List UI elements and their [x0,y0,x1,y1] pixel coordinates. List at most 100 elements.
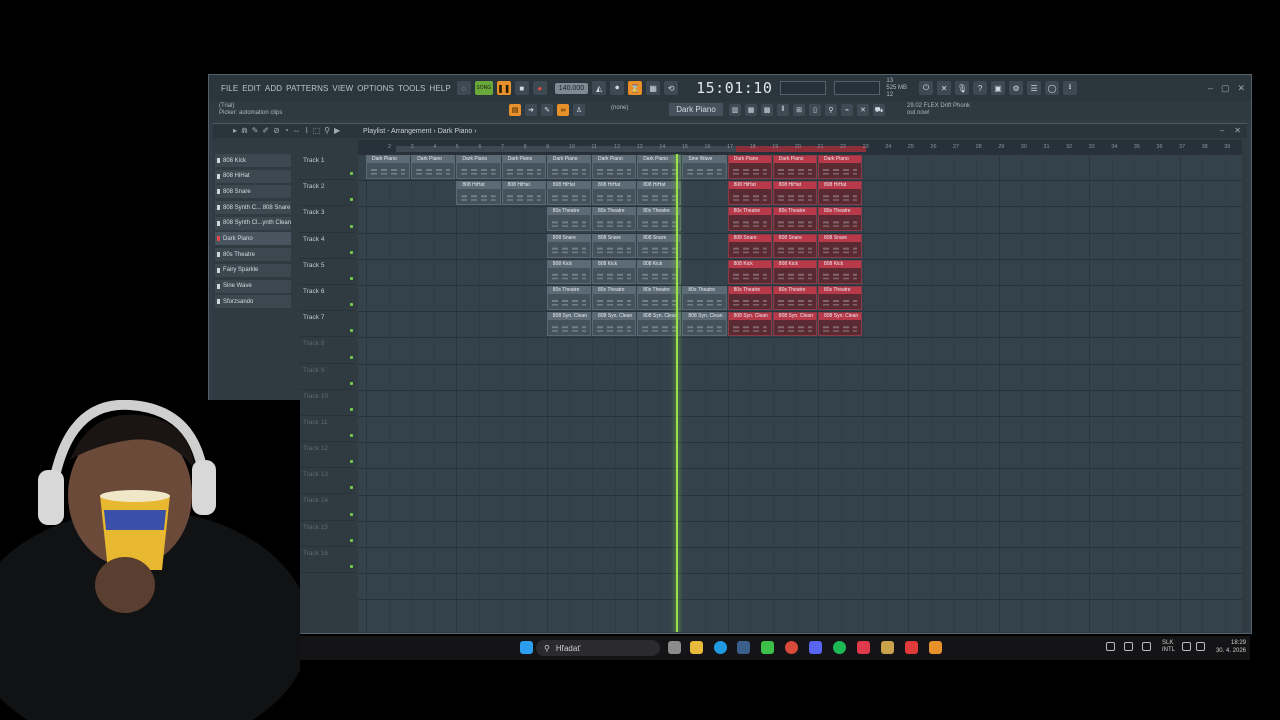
track-mute-led[interactable] [350,407,353,411]
pattern-clip[interactable]: 808 HiHat [818,181,863,206]
track-header[interactable]: Track 3 [299,206,355,233]
track-header[interactable]: Track 8 [299,337,355,364]
pattern-clip[interactable]: 808 Snare [772,233,817,258]
paint-icon[interactable]: ✐ [262,126,269,135]
plugin-icon[interactable]: ⚙ [1009,81,1024,95]
pattern-clip[interactable]: Dark Piano [727,155,772,179]
pattern-clip[interactable]: 808 Kick [772,259,817,284]
track-mute-led[interactable] [350,538,353,542]
maximize-icon[interactable]: ▢ [1221,83,1230,94]
chat-icon[interactable]: ◯ [1045,81,1060,95]
stop-icon[interactable]: ■ [514,81,529,95]
picker-item[interactable]: Fairy Sparkle [215,263,291,277]
track-header[interactable]: Track 6 [299,285,355,312]
pattern-clip[interactable]: 80s Theatre [727,286,772,310]
track-header[interactable]: Track 2 [299,180,355,207]
pattern-clip[interactable]: Dark Piano [772,155,817,179]
channel-rack-icon[interactable]: ▩ [761,104,773,116]
menu-patterns[interactable]: PATTERNS [284,84,330,93]
menu-file[interactable]: FILE [219,84,240,93]
countdown-icon[interactable]: ⌛ [628,81,643,95]
track-header[interactable]: Track 9 [299,364,355,390]
tray-cloud-icon[interactable] [1124,642,1133,651]
draw-icon[interactable]: ✎ [252,126,259,135]
track-header[interactable]: Track 7 [299,311,355,338]
pattern-clip[interactable]: 80s Theatre [818,207,863,232]
track-header[interactable]: Track 4 [299,233,355,259]
track-header[interactable]: Track 11 [299,416,355,443]
pattern-clip[interactable]: 80s Theatre [682,286,727,310]
pattern-clip[interactable]: 808 HiHat [727,181,772,206]
pattern-clip[interactable]: 808 Kick [592,259,637,284]
pause-icon[interactable]: ❚❚ [496,81,511,95]
track-header[interactable]: Track 1 [299,154,355,181]
pattern-clip[interactable]: 808 HiHat [546,181,591,206]
volume-icon[interactable] [1196,642,1205,651]
close-project-icon[interactable]: ✕ [937,81,952,95]
pattern-clip[interactable]: Dark Piano [592,155,637,179]
pattern-clip[interactable]: Sine Wave [682,155,727,179]
track-header[interactable]: Track 5 [299,259,355,285]
pattern-clip[interactable]: 808 Kick [637,259,682,284]
pattern-clip[interactable]: Dark Piano [546,155,591,179]
link-icon[interactable]: ∞ [557,104,569,116]
wait-icon[interactable]: ⏺ [610,81,625,95]
pattern-clip[interactable]: 808 Kick [727,259,772,284]
app-icon[interactable] [857,641,870,654]
step-icon[interactable]: ▦ [646,81,661,95]
track-header[interactable]: Track 16 [299,547,355,573]
track-mute-led[interactable] [350,434,353,438]
plug-icon[interactable]: ⌁ [841,104,853,116]
pattern-clip[interactable]: 808 Syn. Clean [772,312,817,337]
picker-item[interactable]: Sine Wave [215,279,291,293]
pattern-clip[interactable]: Dark Piano [411,155,456,179]
pattern-clip[interactable]: 80s Theatre [592,207,637,232]
track-mute-led[interactable] [350,250,353,254]
track-header[interactable]: Track 14 [299,494,355,521]
discord-icon[interactable] [809,641,822,654]
wrench-icon[interactable]: ✕ [857,104,869,116]
pattern-clip[interactable]: Dark Piano [366,155,411,179]
pattern-clip[interactable]: 80s Theatre [772,207,817,232]
help-icon[interactable]: ? [973,81,988,95]
tempo-display[interactable]: 140.000 [554,82,589,94]
pattern-clip[interactable]: Dark Piano [456,155,501,179]
save-icon[interactable]: ▣ [991,81,1006,95]
pattern-clip[interactable]: 80s Theatre [546,286,591,310]
pattern-clip[interactable]: 808 HiHat [456,181,501,206]
plugin-picker-icon[interactable]: ⊞ [793,104,805,116]
song-mode-button[interactable]: SONG [474,81,493,95]
track-mute-led[interactable] [350,303,353,307]
zoom-icon[interactable]: ⚲ [324,126,330,135]
pin-icon[interactable] [905,641,918,654]
snap-selector[interactable]: (none) [611,105,628,111]
pattern-clip[interactable]: 808 Snare [637,233,682,258]
arrangement-grid[interactable]: Dark Piano Dark Piano Dark Piano Dark Piano… [358,154,1242,632]
piano-roll-icon[interactable]: ▦ [745,104,757,116]
track-header[interactable]: Track 15 [299,521,355,547]
track-mute-led[interactable] [350,355,353,359]
pattern-clip[interactable]: 808 Syn. Clean [682,312,727,337]
playhead[interactable] [676,154,678,632]
menu-tools[interactable]: TOOLS [396,84,427,93]
taskbar-search[interactable]: ⚲ Hľadať [536,640,660,656]
playlist-icon[interactable]: ▥ [729,104,741,116]
select-icon[interactable]: ⬚ [313,126,321,135]
edge-icon[interactable] [714,641,727,654]
pencil-icon[interactable]: ✎ [541,104,553,116]
delete-icon[interactable]: ⊘ [273,126,280,135]
song-position[interactable]: 15:01:10 [696,79,772,97]
timeline-ruler[interactable]: 2 3 4 5 6 7 8 9 10 11 12 13 14 15 16 17 18 19 20 21 22 23 24 25… [358,140,1242,154]
play-icon[interactable]: ▶ [334,126,340,135]
network-icon[interactable] [1182,642,1191,651]
track-mute-led[interactable] [350,381,353,385]
feedback-icon[interactable]: ☰ [1027,81,1042,95]
pattern-selector[interactable]: Dark Piano [669,103,723,116]
pattern-clip[interactable]: 808 Kick [546,259,591,284]
picker-item[interactable]: 80s Theatre [215,248,291,262]
cart-icon[interactable]: ⛟ [873,104,885,116]
arrow-icon[interactable]: ➜ [525,104,537,116]
pattern-clip[interactable]: 80s Theatre [818,286,863,310]
picker-item[interactable]: Dark Piano [215,232,291,246]
track-mute-led[interactable] [350,224,353,228]
